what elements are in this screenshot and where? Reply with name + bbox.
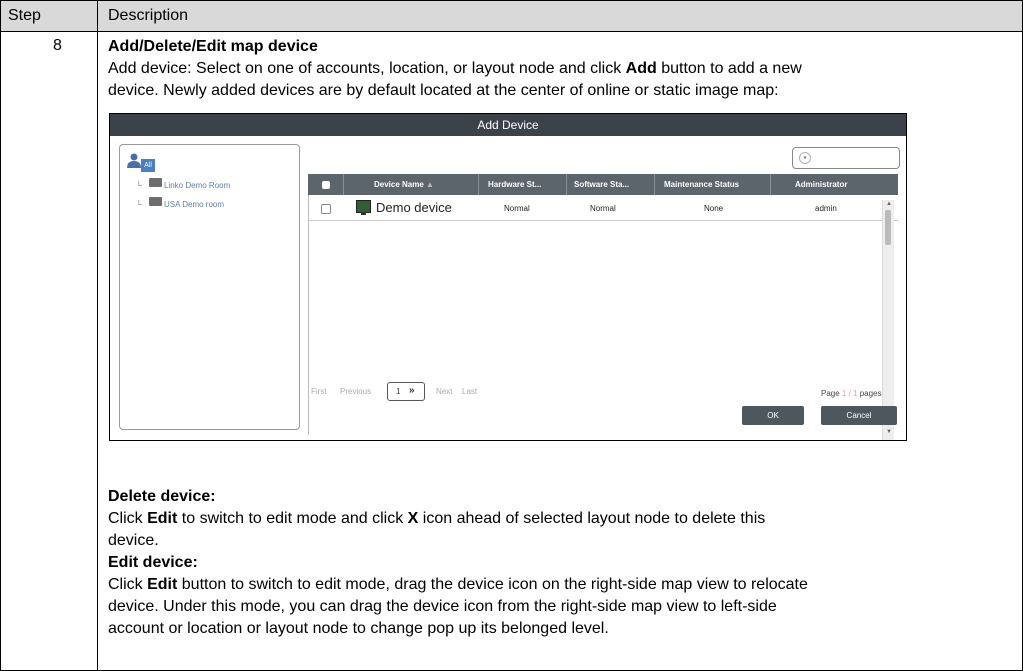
- edit-device-line-2: device. Under this mode, you can drag th…: [108, 598, 777, 615]
- tree-root-all[interactable]: All: [141, 159, 155, 172]
- row-checkbox[interactable]: [321, 204, 331, 214]
- add-device-dialog-screenshot: Add Device All └ Linko Demo Room └ USA D…: [109, 113, 907, 441]
- section-heading: Add/Delete/Edit map device: [108, 38, 318, 55]
- tree-item-linko-demo-room[interactable]: Linko Demo Room: [164, 181, 230, 190]
- column-divider: [97, 1, 98, 670]
- column-administrator[interactable]: Administrator: [795, 180, 847, 189]
- column-device-name[interactable]: Device Name ▲: [374, 180, 434, 189]
- scroll-down-icon[interactable]: ▼: [886, 429, 892, 435]
- scroll-up-icon[interactable]: ▲: [886, 201, 892, 207]
- page-select[interactable]: 1 »: [387, 382, 425, 401]
- cell-hardware-status: Normal: [504, 204, 530, 213]
- edit-device-heading: Edit device:: [108, 554, 198, 571]
- pager-previous-link[interactable]: Previous: [340, 387, 371, 396]
- add-device-line-2: device. Newly added devices are by defau…: [108, 82, 779, 99]
- search-input[interactable]: ●: [792, 147, 900, 169]
- pager-last-link[interactable]: Last: [462, 387, 477, 396]
- monitor-icon: [356, 200, 371, 215]
- column-software-status[interactable]: Software Sta...: [574, 180, 629, 189]
- tree-connector: └: [136, 181, 142, 190]
- search-icon: ●: [799, 152, 811, 164]
- cell-device-name: Demo device: [376, 200, 452, 215]
- chevron-double-down-icon: »: [409, 385, 415, 396]
- add-device-line-1: Add device: Select on one of accounts, l…: [108, 60, 802, 77]
- sort-asc-icon: ▲: [426, 180, 434, 189]
- select-all-checkbox[interactable]: [322, 181, 330, 189]
- edit-device-line-3: account or location or layout node to ch…: [108, 620, 609, 637]
- cell-administrator: admin: [815, 204, 837, 213]
- grid-left-border: [308, 195, 309, 435]
- cell-software-status: Normal: [590, 204, 616, 213]
- table-row[interactable]: Demo device Normal Normal None admin: [308, 195, 898, 221]
- location-tree: All └ Linko Demo Room └ USA Demo room: [119, 144, 300, 430]
- folder-icon: [149, 197, 162, 206]
- description-column-header: Description: [108, 7, 189, 24]
- delete-device-line-1: Click Edit to switch to edit mode and cl…: [108, 510, 766, 527]
- tree-connector: └: [136, 200, 142, 209]
- cell-maintenance-status: None: [704, 204, 724, 213]
- procedure-table: Step Description 8 Add/Delete/Edit map d…: [0, 0, 1023, 671]
- dialog-title: Add Device: [110, 114, 906, 136]
- column-maintenance-status[interactable]: Maintenance Status: [664, 180, 739, 189]
- column-hardware-status[interactable]: Hardware St...: [488, 180, 541, 189]
- step-column-header: Step: [8, 7, 41, 24]
- grid-scrollbar[interactable]: ▲ ▼: [882, 200, 894, 440]
- folder-icon: [149, 178, 162, 187]
- delete-device-heading: Delete device:: [108, 488, 216, 505]
- tree-item-usa-demo-room[interactable]: USA Demo room: [164, 200, 224, 209]
- table-header-row: Step Description: [1, 1, 1022, 32]
- edit-device-line-1: Click Edit button to switch to edit mode…: [108, 576, 808, 593]
- cancel-button[interactable]: Cancel: [821, 406, 897, 425]
- step-number: 8: [53, 37, 62, 54]
- pager-next-link[interactable]: Next: [436, 387, 452, 396]
- grid-header: Device Name ▲ Hardware St... Software St…: [308, 174, 898, 195]
- ok-button[interactable]: OK: [742, 406, 804, 425]
- delete-device-line-2: device.: [108, 532, 159, 549]
- scroll-thumb[interactable]: [885, 210, 891, 245]
- pager-first-link[interactable]: First: [311, 387, 327, 396]
- page-count-label: Page 1 / 1 pages: [821, 389, 882, 398]
